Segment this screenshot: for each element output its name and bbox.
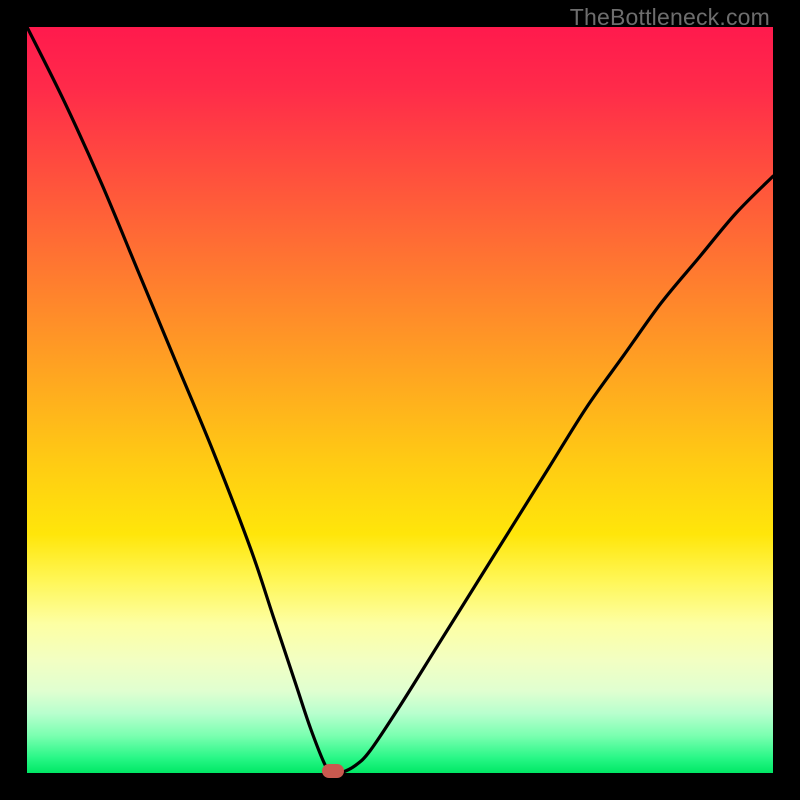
chart-frame: TheBottleneck.com bbox=[0, 0, 800, 800]
optimum-marker bbox=[322, 764, 344, 778]
curve-path bbox=[27, 27, 773, 773]
bottleneck-curve bbox=[27, 27, 773, 773]
plot-area bbox=[27, 27, 773, 773]
